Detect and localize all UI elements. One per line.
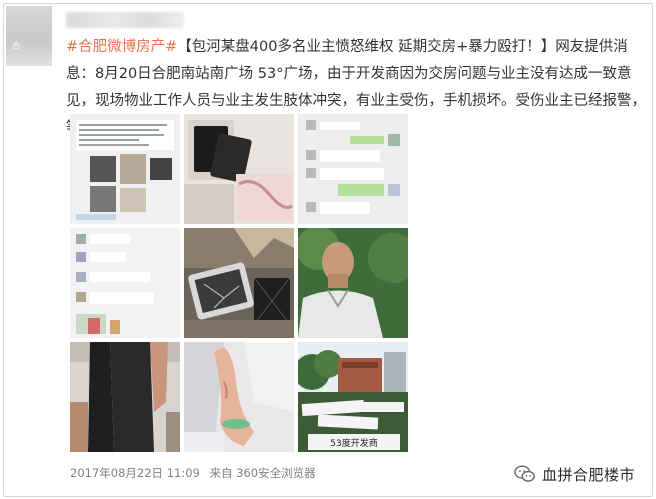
chat-screenshot-image [70, 228, 180, 338]
photo-chat-screenshot-3[interactable] [70, 228, 180, 338]
phone-image [184, 114, 294, 224]
photo-chat-screenshot-2[interactable] [298, 114, 408, 224]
post-source[interactable]: 来自 360安全浏览器 [210, 466, 316, 480]
photo-man[interactable] [298, 228, 408, 338]
weibo-post-card: 合 #合肥微博房产#【包河某盘400多名业主愤怒维权 延期交房+暴力殴打！】网友… [3, 3, 653, 497]
username-blurred[interactable] [66, 12, 184, 28]
injured-arm-image [184, 342, 294, 452]
photo-phone[interactable] [184, 114, 294, 224]
photo-injured-arm[interactable] [184, 342, 294, 452]
hashtag-link[interactable]: #合肥微博房产# [66, 39, 177, 55]
post-meta: 2017年08月22日 11:09 来自 360安全浏览器 [70, 465, 322, 481]
protest-banner-text: 53度开发商 [330, 437, 377, 449]
avatar-caption: 合 [12, 41, 20, 50]
man-image [298, 228, 408, 338]
woman-image [70, 342, 180, 452]
broken-tablet-image [184, 228, 294, 338]
photo-grid: 53度开发商 [70, 114, 408, 454]
photo-broken-tablet[interactable] [184, 228, 294, 338]
wechat-icon [514, 465, 535, 482]
user-avatar[interactable]: 合 [6, 6, 52, 66]
protest-banner-image: 53度开发商 [298, 342, 408, 452]
chat-screenshot-image [70, 114, 180, 224]
photo-chat-screenshot-1[interactable] [70, 114, 180, 224]
watermark-text: 血拼合肥楼市 [542, 465, 636, 484]
watermark: 血拼合肥楼市 [514, 462, 635, 486]
chat-screenshot-image [298, 114, 408, 224]
photo-woman[interactable] [70, 342, 180, 452]
post-timestamp[interactable]: 2017年08月22日 11:09 [70, 466, 200, 480]
photo-protest-banner[interactable]: 53度开发商 [298, 342, 408, 452]
